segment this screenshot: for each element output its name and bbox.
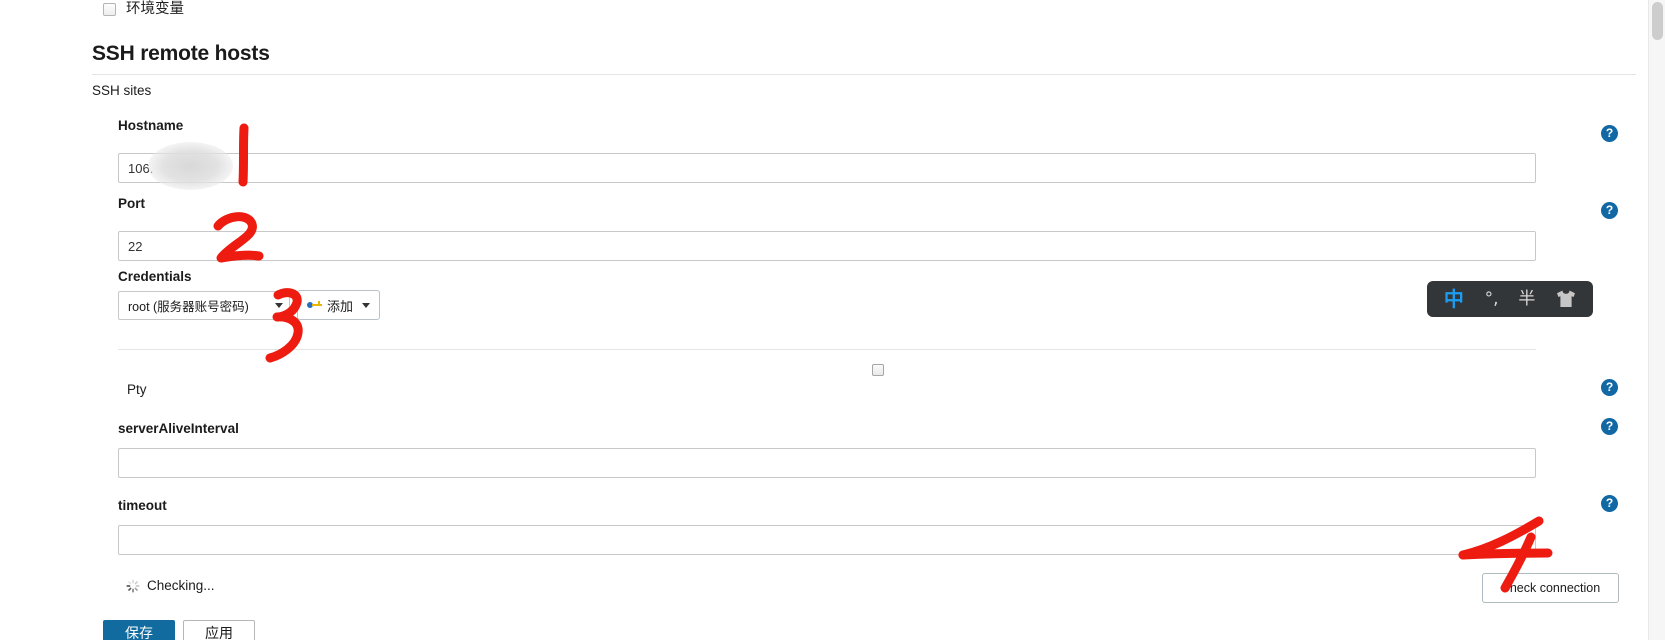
ime-chinese-mode-icon[interactable]: 中 (1443, 289, 1465, 309)
pty-label: Pty (127, 382, 147, 397)
ime-skin-icon[interactable] (1555, 289, 1577, 309)
chevron-down-icon (275, 303, 283, 308)
port-input[interactable] (118, 231, 1536, 261)
key-icon (307, 300, 322, 310)
port-help-icon[interactable]: ? (1601, 202, 1618, 219)
ime-toolbar[interactable]: 中 °, 半 (1427, 281, 1593, 317)
settings-page: 环境变量 SSH remote hosts SSH sites Hostname… (0, 0, 1665, 640)
ime-punctuation-icon[interactable]: °, (1485, 290, 1499, 308)
connection-status-text: Checking... (147, 578, 215, 593)
hostname-help-icon[interactable]: ? (1601, 125, 1618, 142)
timeout-help-icon[interactable]: ? (1601, 495, 1618, 512)
credentials-label: Credentials (118, 269, 192, 284)
timeout-label: timeout (118, 498, 167, 513)
ime-halfwidth-icon[interactable]: 半 (1518, 290, 1535, 308)
credentials-selected-value: root (服务器账号密码) (128, 300, 249, 314)
section-divider (92, 74, 1636, 75)
subsection-title: SSH sites (92, 83, 152, 98)
apply-button[interactable]: 应用 (183, 620, 255, 640)
spinner-icon (126, 578, 140, 593)
server-alive-interval-help-icon[interactable]: ? (1601, 418, 1618, 435)
timeout-input[interactable] (118, 525, 1536, 555)
pty-checkbox[interactable] (872, 364, 884, 376)
page-title: SSH remote hosts (92, 42, 270, 65)
chevron-down-icon (362, 302, 371, 308)
add-credential-label: 添加 (327, 298, 354, 314)
save-button[interactable]: 保存 (103, 620, 175, 640)
hostname-input[interactable] (118, 153, 1536, 183)
hostname-label: Hostname (118, 118, 184, 133)
port-label: Port (118, 196, 145, 211)
add-credential-button[interactable]: 添加 (297, 290, 381, 320)
server-alive-interval-label: serverAliveInterval (118, 421, 239, 436)
scrollbar-thumb[interactable] (1652, 2, 1663, 40)
env-var-checkbox[interactable] (103, 2, 116, 16)
env-var-row[interactable]: 环境变量 (103, 2, 184, 17)
vertical-scrollbar[interactable] (1648, 0, 1665, 640)
check-connection-button[interactable]: Check connection (1482, 573, 1619, 603)
settings-content: 环境变量 SSH remote hosts SSH sites Hostname… (0, 0, 1648, 640)
env-var-label: 环境变量 (126, 1, 184, 17)
server-alive-interval-input[interactable] (118, 448, 1536, 478)
credentials-select[interactable]: root (服务器账号密码) (118, 291, 290, 320)
connection-status: Checking... (126, 578, 215, 593)
pty-help-icon[interactable]: ? (1601, 379, 1618, 396)
pty-section-divider (118, 349, 1536, 350)
